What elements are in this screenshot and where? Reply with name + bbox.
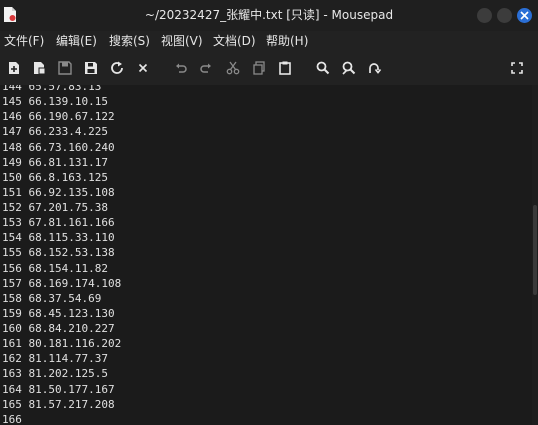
minimize-button[interactable] xyxy=(477,8,492,23)
fullscreen-button[interactable] xyxy=(509,60,525,76)
paste-icon xyxy=(279,61,291,75)
text-line: 164 81.50.177.167 xyxy=(2,382,115,396)
text-line: 144 65.57.83.13 xyxy=(2,85,102,93)
text-line: 162 81.114.77.37 xyxy=(2,352,108,366)
text-line: 156 68.154.11.82 xyxy=(2,261,108,275)
menu-edit[interactable]: 编辑(E) xyxy=(56,31,97,51)
find-replace-icon xyxy=(342,61,356,75)
save-button[interactable] xyxy=(57,60,73,76)
text-line: 158 68.37.54.69 xyxy=(2,291,102,305)
text-line: 153 67.81.161.166 xyxy=(2,216,115,230)
goto-icon xyxy=(369,63,382,74)
text-line: 165 81.57.217.208 xyxy=(2,397,115,411)
text-line: 145 66.139.10.15 xyxy=(2,95,108,109)
text-line: 155 68.152.53.138 xyxy=(2,246,115,260)
copy-button[interactable] xyxy=(251,60,267,76)
text-line: 151 66.92.135.108 xyxy=(2,185,115,199)
cut-button[interactable] xyxy=(225,60,241,76)
title-bar[interactable]: ~/20232427_张耀中.txt [只读] - Mousepad xyxy=(0,0,538,31)
maximize-button[interactable] xyxy=(497,8,512,23)
vertical-scrollbar[interactable] xyxy=(532,85,538,425)
text-line: 147 66.233.4.225 xyxy=(2,125,108,139)
scrollbar-thumb[interactable] xyxy=(533,205,537,295)
menu-file[interactable]: 文件(F) xyxy=(4,31,44,51)
close-icon xyxy=(138,63,148,73)
menu-search[interactable]: 搜索(S) xyxy=(109,31,150,51)
find-icon xyxy=(316,61,330,75)
save-as-button[interactable] xyxy=(83,60,99,76)
new-window-button[interactable] xyxy=(31,60,47,76)
text-line: 157 68.169.174.108 xyxy=(2,276,122,290)
redo-icon xyxy=(200,63,211,73)
text-line: 159 68.45.123.130 xyxy=(2,306,115,320)
menu-document[interactable]: 文档(D) xyxy=(213,31,256,51)
text-line: 160 68.84.210.227 xyxy=(2,322,115,335)
editor-text: 144 65.57.83.13 145 66.139.10.15 146 66.19… xyxy=(2,85,121,425)
menu-bar: 文件(F) 编辑(E) 搜索(S) 视图(V) 文档(D) 帮助(H) xyxy=(0,31,538,51)
text-line: 148 66.73.160.240 xyxy=(2,140,115,154)
menu-view[interactable]: 视图(V) xyxy=(161,31,203,51)
text-line: 150 66.8.163.125 xyxy=(2,170,108,184)
copy-icon xyxy=(253,61,265,75)
save-icon xyxy=(58,61,72,75)
new-document-button[interactable] xyxy=(6,60,22,76)
reload-icon xyxy=(111,61,123,74)
new-document-icon xyxy=(9,62,19,74)
toolbar xyxy=(0,54,538,82)
close-window-button[interactable] xyxy=(517,8,532,23)
new-window-icon xyxy=(34,62,46,75)
text-line: 149 66.81.131.17 xyxy=(2,155,108,169)
text-line: 146 66.190.67.122 xyxy=(2,110,115,124)
find-replace-button[interactable] xyxy=(341,60,357,76)
text-line: 152 67.201.75.38 xyxy=(2,201,108,214)
find-button[interactable] xyxy=(315,60,331,76)
undo-button[interactable] xyxy=(173,60,189,76)
undo-icon xyxy=(176,63,187,73)
fullscreen-icon xyxy=(511,62,523,74)
text-line: 161 80.181.116.202 xyxy=(2,337,122,351)
goto-button[interactable] xyxy=(366,60,382,76)
menu-help[interactable]: 帮助(H) xyxy=(266,31,308,51)
text-line: 154 68.115.33.110 xyxy=(2,231,115,245)
close-document-button[interactable] xyxy=(135,60,151,76)
mousepad-window: ~/20232427_张耀中.txt [只读] - Mousepad 文件(F)… xyxy=(0,0,538,425)
redo-button[interactable] xyxy=(198,60,214,76)
save-as-icon xyxy=(85,62,97,74)
text-editor-area[interactable]: 144 65.57.83.13 145 66.139.10.15 146 66.19… xyxy=(0,85,532,425)
reload-button[interactable] xyxy=(109,60,125,76)
text-line: 166 xyxy=(2,412,22,425)
paste-button[interactable] xyxy=(277,60,293,76)
close-icon xyxy=(520,11,529,20)
cut-icon xyxy=(226,61,240,75)
text-line: 163 81.202.125.5 xyxy=(2,367,108,381)
window-title: ~/20232427_张耀中.txt [只读] - Mousepad xyxy=(144,8,394,22)
